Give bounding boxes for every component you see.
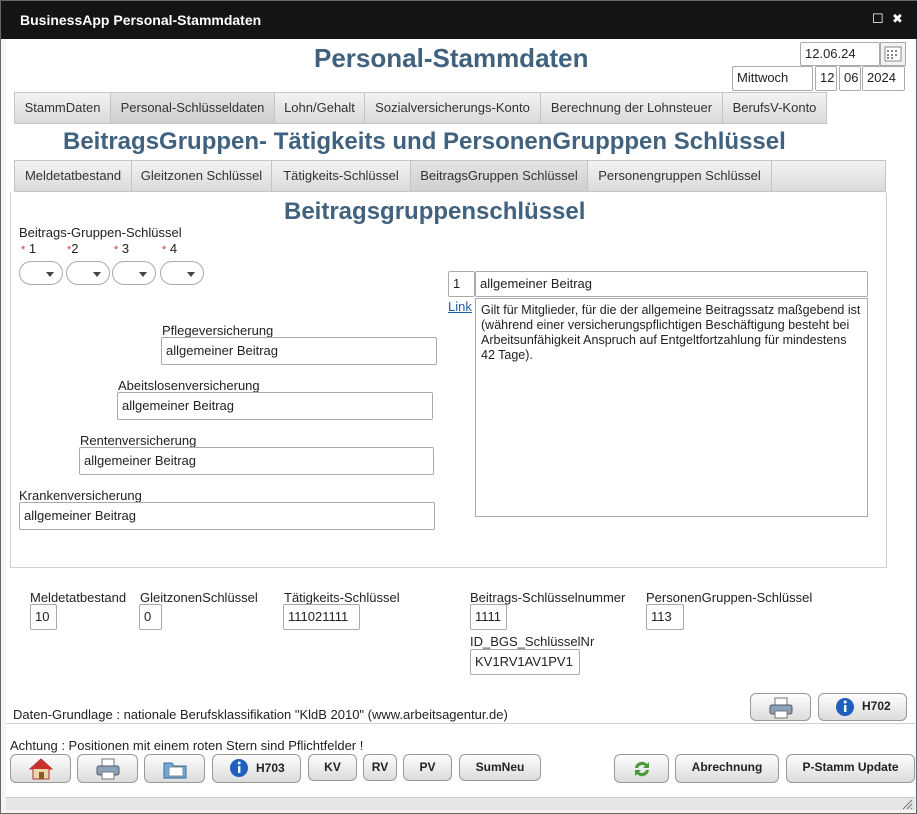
window-title: BusinessApp Personal-Stammdaten: [20, 12, 262, 28]
kranken-label: Krankenversicherung: [19, 488, 142, 503]
pflege-field[interactable]: allgemeiner Beitrag: [161, 337, 437, 365]
sum-gleitzonen-label: GleitzonenSchlüssel: [140, 590, 258, 605]
subtab-taetigkeits[interactable]: Tätigkeits-Schlüssel: [272, 161, 411, 191]
print-button[interactable]: [77, 754, 138, 783]
tab-sozialversicherungs-konto[interactable]: Sozialversicherungs-Konto: [365, 93, 541, 123]
subtab-gleitzonen[interactable]: Gleitzonen Schlüssel: [132, 161, 272, 191]
sum-personen-label: PersonenGruppen-Schlüssel: [646, 590, 813, 605]
group-key-select-2[interactable]: [66, 261, 110, 285]
group-key-select-3[interactable]: [112, 261, 156, 285]
required-star: *: [21, 244, 26, 256]
chevron-down-icon: [46, 272, 54, 277]
h702-button[interactable]: H702: [818, 693, 907, 721]
section-title: BeitragsGruppen- Tätigkeits und Personen…: [63, 128, 786, 155]
info-icon: [835, 697, 855, 726]
rv-button[interactable]: RV: [363, 754, 397, 781]
page-title: Personal-Stammdaten: [314, 43, 589, 73]
selected-key-name: allgemeiner Beitrag: [475, 271, 868, 297]
date-field[interactable]: 12.06.24: [800, 42, 880, 66]
position-label-1: * 1: [21, 241, 37, 256]
tab-berufsv-konto[interactable]: BerufsV-Konto: [723, 93, 827, 123]
calendar-icon: [884, 46, 902, 62]
restore-window-button[interactable]: ☐: [872, 12, 884, 26]
info-icon: [229, 758, 249, 787]
sum-beitrag-field: 1111: [470, 604, 507, 630]
sum-meldetatbestand-field: 10: [30, 604, 57, 630]
sub-tab-bar: Meldetatbestand Gleitzonen Schlüssel Tät…: [14, 160, 886, 192]
status-bar: [6, 797, 915, 810]
resize-grip-icon[interactable]: [901, 798, 913, 810]
tab-personal-schluesseldaten[interactable]: Personal-Schlüsseldaten: [111, 93, 275, 123]
renten-label: Rentenversicherung: [80, 433, 197, 448]
sum-taetigkeit-field: 111021111: [283, 604, 360, 630]
home-button[interactable]: [10, 754, 71, 783]
refresh-icon: [634, 761, 649, 777]
tab-stammdaten[interactable]: StammDaten: [15, 93, 111, 123]
sum-id-bgs-label: ID_BGS_SchlüsselNr: [470, 634, 595, 649]
pstamm-update-button[interactable]: P-Stamm Update: [786, 754, 915, 783]
printer-icon: [96, 758, 119, 780]
subtab-personengruppen[interactable]: Personengruppen Schlüssel: [588, 161, 772, 191]
title-bar[interactable]: BusinessApp Personal-Stammdaten ☐ ✖: [1, 1, 917, 39]
day-field: 12: [815, 66, 837, 91]
chevron-down-icon: [187, 272, 195, 277]
renten-field[interactable]: allgemeiner Beitrag: [79, 447, 434, 475]
kranken-field[interactable]: allgemeiner Beitrag: [19, 502, 435, 530]
subtab-meldetatbestand[interactable]: Meldetatbestand: [15, 161, 132, 191]
required-star: *: [162, 244, 167, 256]
group-key-select-1[interactable]: [19, 261, 63, 285]
sum-id-bgs-field: KV1RV1AV1PV1: [470, 649, 580, 675]
group-key-select-4[interactable]: [160, 261, 204, 285]
pv-button[interactable]: PV: [403, 754, 452, 781]
calendar-button[interactable]: [880, 42, 906, 66]
abrechnung-button[interactable]: Abrechnung: [675, 754, 779, 783]
panel-title: Beitragsgruppenschlüssel: [284, 198, 586, 225]
folder-icon: [163, 762, 186, 779]
month-field: 06: [839, 66, 861, 91]
year-field: 2024: [862, 66, 905, 91]
position-label-4: * 4: [162, 241, 178, 256]
folder-button[interactable]: [144, 754, 205, 783]
sum-beitrag-label: Beitrags-Schlüsselnummer: [470, 590, 626, 605]
print-button-upper[interactable]: [750, 693, 811, 721]
tab-berechnung-lohnsteuer[interactable]: Berechnung der Lohnsteuer: [541, 93, 723, 123]
tab-lohn-gehalt[interactable]: Lohn/Gehalt: [275, 93, 365, 123]
required-hint: Achtung : Positionen mit einem roten Ste…: [10, 738, 364, 753]
position-label-3: * 3: [114, 241, 130, 256]
subtab-beitragsgruppen[interactable]: BeitragsGruppen Schlüssel: [411, 161, 588, 191]
arbeitslosen-field[interactable]: allgemeiner Beitrag: [117, 392, 433, 420]
position-label-2: *2: [67, 241, 79, 256]
close-window-button[interactable]: ✖: [892, 12, 903, 26]
refresh-button[interactable]: [614, 754, 669, 783]
main-tab-bar: StammDaten Personal-Schlüsseldaten Lohn/…: [14, 92, 827, 124]
required-star: *: [114, 244, 119, 256]
arbeitslosen-label: Abeitslosenversicherung: [118, 378, 260, 393]
sum-gleitzonen-field: 0: [139, 604, 162, 630]
sum-personen-field: 113: [646, 604, 684, 630]
info-link[interactable]: Link: [448, 299, 472, 314]
sumneu-button[interactable]: SumNeu: [459, 754, 541, 781]
key-description: Gilt für Mitglieder, für die der allgeme…: [475, 298, 868, 517]
kv-button[interactable]: KV: [308, 754, 357, 781]
chevron-down-icon: [139, 272, 147, 277]
pflege-label: Pflegeversicherung: [162, 323, 274, 338]
h703-button[interactable]: H703: [212, 754, 301, 783]
divider: [6, 723, 915, 724]
chevron-down-icon: [93, 272, 101, 277]
group-key-label: Beitrags-Gruppen-Schlüssel: [19, 225, 182, 240]
weekday-field: Mittwoch: [732, 66, 813, 91]
sum-meldetatbestand-label: Meldetatbestand: [30, 590, 127, 605]
source-note: Daten-Grundlage : nationale Berufsklassi…: [13, 707, 508, 722]
home-icon: [28, 758, 53, 780]
printer-icon: [769, 697, 792, 719]
sum-taetigkeit-label: Tätigkeits-Schlüssel: [284, 590, 400, 605]
selected-key-number: 1: [448, 271, 475, 297]
app-window: BusinessApp Personal-Stammdaten ☐ ✖ Pers…: [0, 0, 917, 814]
